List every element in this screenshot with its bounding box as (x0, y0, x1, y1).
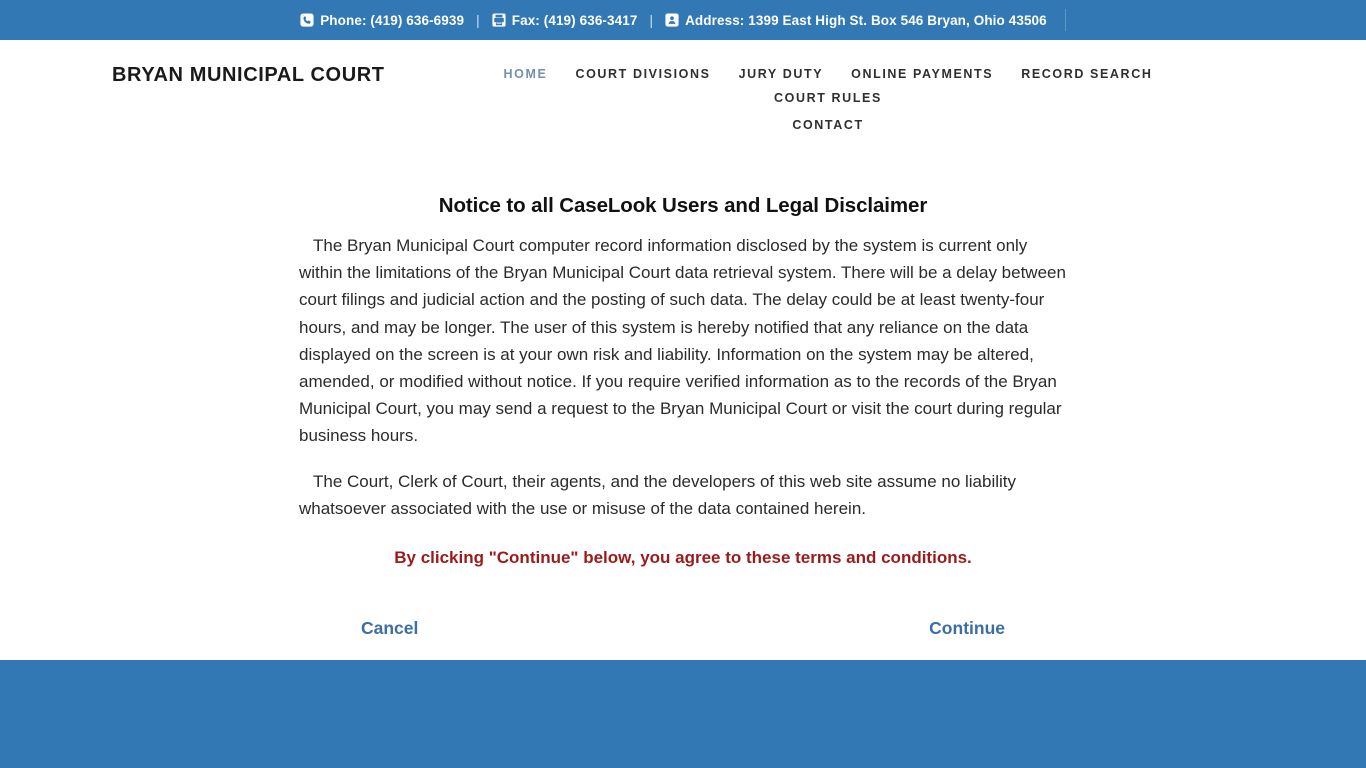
nav-item-online-payments[interactable]: ONLINE PAYMENTS (851, 62, 993, 86)
disclaimer-paragraph-1: The Bryan Municipal Court computer recor… (299, 236, 1066, 446)
action-buttons: Cancel Continue (299, 618, 1067, 639)
contact-fax-label: Fax: (419) 636-3417 (511, 12, 638, 28)
contact-bar-divider (1064, 9, 1066, 31)
phone-icon (300, 13, 314, 27)
top-contact-bar: Phone: (419) 636-6939 | Fax: (419) 636-3… (0, 0, 1366, 40)
contact-phone[interactable]: Phone: (419) 636-6939 (300, 13, 464, 28)
contact-separator-1: | (476, 12, 480, 28)
nav-item-court-rules[interactable]: COURT RULES (774, 86, 882, 110)
cancel-button[interactable]: Cancel (361, 618, 418, 639)
fax-icon (492, 13, 506, 27)
top-contact-bar-inner: Phone: (419) 636-6939 | Fax: (419) 636-3… (300, 9, 1066, 31)
contact-address[interactable]: Address: 1399 East High St. Box 546 Brya… (665, 13, 1047, 28)
nav-item-jury-duty[interactable]: JURY DUTY (739, 62, 824, 86)
continue-button[interactable]: Continue (929, 618, 1005, 639)
nav-row-secondary: CONTACT (440, 113, 1216, 137)
agreement-notice: By clicking "Continue" below, you agree … (394, 548, 972, 568)
page-title: Notice to all CaseLook Users and Legal D… (438, 194, 928, 217)
main-content: Notice to all CaseLook Users and Legal D… (0, 136, 1366, 639)
nav-item-home[interactable]: HOME (504, 62, 548, 86)
contact-separator-2: | (649, 12, 654, 28)
notice-container: Notice to all CaseLook Users and Legal D… (299, 146, 1067, 639)
nav-item-contact[interactable]: CONTACT (792, 113, 863, 137)
site-footer (0, 660, 1366, 768)
contact-fax[interactable]: Fax: (419) 636-3417 (492, 13, 638, 28)
contact-address-label: Address: 1399 East High St. Box 546 Brya… (685, 12, 1047, 28)
nav-row-primary: HOME COURT DIVISIONS JURY DUTY ONLINE PAYME… (440, 62, 1216, 110)
site-brand[interactable]: BRYAN MUNICIPAL COURT (112, 64, 385, 87)
site-header: BRYAN MUNICIPAL COURT HOME COURT DIVISION… (0, 40, 1366, 136)
disclaimer-paragraph-2: The Court, Clerk of Court, their agents,… (299, 471, 1017, 518)
primary-navigation: HOME COURT DIVISIONS JURY DUTY ONLINE PAYME… (440, 62, 1216, 137)
contact-phone-label: Phone: (419) 636-6939 (320, 12, 465, 28)
nav-item-record-search[interactable]: RECORD SEARCH (1021, 62, 1152, 86)
nav-item-court-divisions[interactable]: COURT DIVISIONS (575, 62, 710, 86)
address-card-icon (665, 13, 679, 27)
